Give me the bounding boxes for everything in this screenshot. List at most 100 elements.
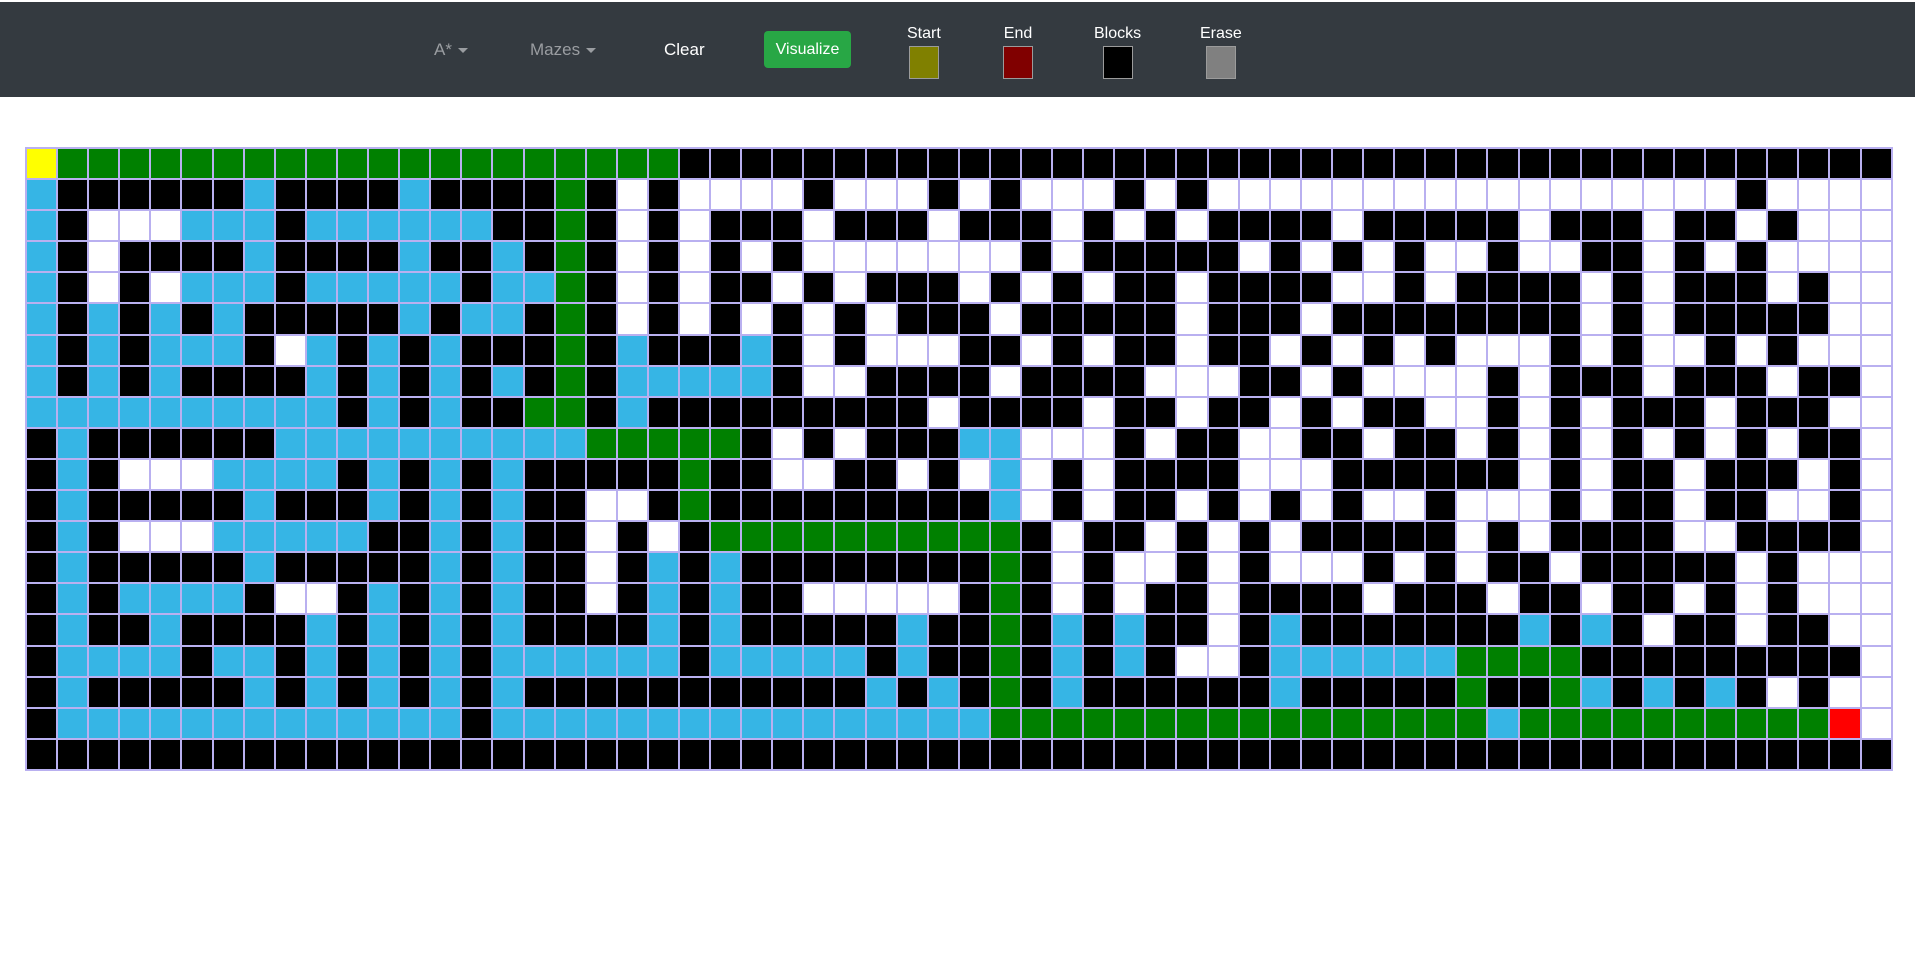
wall-cell[interactable]	[57, 334, 89, 366]
wall-cell[interactable]	[243, 738, 275, 770]
visited-cell[interactable]	[181, 583, 213, 615]
wall-cell[interactable]	[710, 738, 742, 770]
wall-cell[interactable]	[554, 614, 586, 646]
wall-cell[interactable]	[150, 179, 182, 211]
empty-cell[interactable]	[616, 490, 648, 522]
wall-cell[interactable]	[1176, 676, 1208, 708]
empty-cell[interactable]	[989, 241, 1021, 273]
wall-cell[interactable]	[1673, 614, 1706, 646]
wall-cell[interactable]	[834, 490, 866, 522]
visited-cell[interactable]	[150, 707, 182, 739]
visited-cell[interactable]	[523, 272, 555, 304]
wall-cell[interactable]	[1705, 490, 1737, 522]
wall-cell[interactable]	[678, 552, 711, 584]
wall-cell[interactable]	[399, 365, 431, 397]
wall-cell[interactable]	[585, 210, 617, 242]
empty-cell[interactable]	[772, 458, 804, 491]
wall-cell[interactable]	[1145, 738, 1177, 770]
wall-cell[interactable]	[1798, 521, 1830, 553]
wall-cell[interactable]	[616, 738, 648, 770]
maze-grid[interactable]	[25, 147, 1893, 771]
wall-cell[interactable]	[181, 738, 213, 770]
wall-cell[interactable]	[1176, 458, 1208, 491]
path-cell[interactable]	[554, 303, 586, 335]
empty-cell[interactable]	[1394, 334, 1426, 366]
empty-cell[interactable]	[1518, 210, 1550, 242]
wall-cell[interactable]	[1394, 458, 1426, 491]
empty-cell[interactable]	[1363, 241, 1395, 273]
wall-cell[interactable]	[1829, 427, 1861, 459]
wall-cell[interactable]	[616, 521, 648, 553]
visited-cell[interactable]	[492, 645, 524, 677]
empty-cell[interactable]	[927, 583, 959, 615]
wall-cell[interactable]	[1829, 365, 1861, 397]
wall-cell[interactable]	[989, 210, 1021, 242]
wall-cell[interactable]	[1083, 614, 1115, 646]
wall-cell[interactable]	[492, 738, 524, 770]
visited-cell[interactable]	[616, 334, 648, 366]
wall-cell[interactable]	[1767, 210, 1799, 242]
visited-cell[interactable]	[399, 427, 431, 459]
empty-cell[interactable]	[1052, 583, 1084, 615]
wall-cell[interactable]	[305, 241, 337, 273]
empty-cell[interactable]	[896, 458, 928, 491]
path-cell[interactable]	[616, 427, 648, 459]
wall-cell[interactable]	[1176, 614, 1208, 646]
empty-cell[interactable]	[1798, 583, 1830, 615]
empty-cell[interactable]	[585, 490, 617, 522]
wall-cell[interactable]	[1238, 303, 1270, 335]
wall-cell[interactable]	[1083, 241, 1115, 273]
wall-cell[interactable]	[1269, 148, 1301, 180]
wall-cell[interactable]	[119, 179, 151, 211]
empty-cell[interactable]	[865, 179, 897, 211]
wall-cell[interactable]	[1580, 241, 1612, 273]
mazes-dropdown[interactable]: Mazes	[530, 40, 597, 60]
wall-cell[interactable]	[834, 210, 866, 242]
empty-cell[interactable]	[1673, 458, 1706, 491]
empty-cell[interactable]	[1021, 272, 1053, 304]
wall-cell[interactable]	[647, 676, 679, 708]
path-cell[interactable]	[1487, 645, 1519, 677]
path-cell[interactable]	[1425, 707, 1457, 739]
visited-cell[interactable]	[368, 334, 400, 366]
wall-cell[interactable]	[1300, 676, 1332, 708]
wall-cell[interactable]	[212, 241, 244, 273]
wall-cell[interactable]	[1736, 490, 1768, 522]
wall-cell[interactable]	[1487, 458, 1519, 491]
wall-cell[interactable]	[865, 645, 897, 677]
visited-cell[interactable]	[741, 645, 773, 677]
path-cell[interactable]	[989, 645, 1021, 677]
wall-cell[interactable]	[1363, 521, 1395, 553]
wall-cell[interactable]	[1549, 148, 1581, 180]
wall-cell[interactable]	[1083, 738, 1115, 770]
wall-cell[interactable]	[1238, 148, 1270, 180]
wall-cell[interactable]	[57, 303, 89, 335]
empty-cell[interactable]	[1363, 427, 1395, 459]
empty-cell[interactable]	[1518, 241, 1550, 273]
wall-cell[interactable]	[741, 210, 773, 242]
wall-cell[interactable]	[741, 427, 773, 459]
wall-cell[interactable]	[1736, 179, 1768, 211]
wall-cell[interactable]	[1798, 396, 1830, 428]
wall-cell[interactable]	[399, 645, 431, 677]
wall-cell[interactable]	[1083, 303, 1115, 335]
empty-cell[interactable]	[1363, 272, 1395, 304]
wall-cell[interactable]	[523, 738, 555, 770]
path-cell[interactable]	[585, 148, 617, 180]
empty-cell[interactable]	[1456, 427, 1488, 459]
wall-cell[interactable]	[1269, 303, 1301, 335]
wall-cell[interactable]	[181, 676, 213, 708]
empty-cell[interactable]	[1363, 583, 1395, 615]
wall-cell[interactable]	[1363, 676, 1395, 708]
wall-cell[interactable]	[710, 676, 742, 708]
wall-cell[interactable]	[1238, 334, 1270, 366]
wall-cell[interactable]	[1860, 738, 1892, 770]
wall-cell[interactable]	[1114, 427, 1146, 459]
visited-cell[interactable]	[399, 179, 431, 211]
wall-cell[interactable]	[1394, 427, 1426, 459]
wall-cell[interactable]	[1207, 676, 1239, 708]
empty-cell[interactable]	[1518, 396, 1550, 428]
wall-cell[interactable]	[710, 490, 742, 522]
wall-cell[interactable]	[181, 303, 213, 335]
wall-cell[interactable]	[368, 552, 400, 584]
